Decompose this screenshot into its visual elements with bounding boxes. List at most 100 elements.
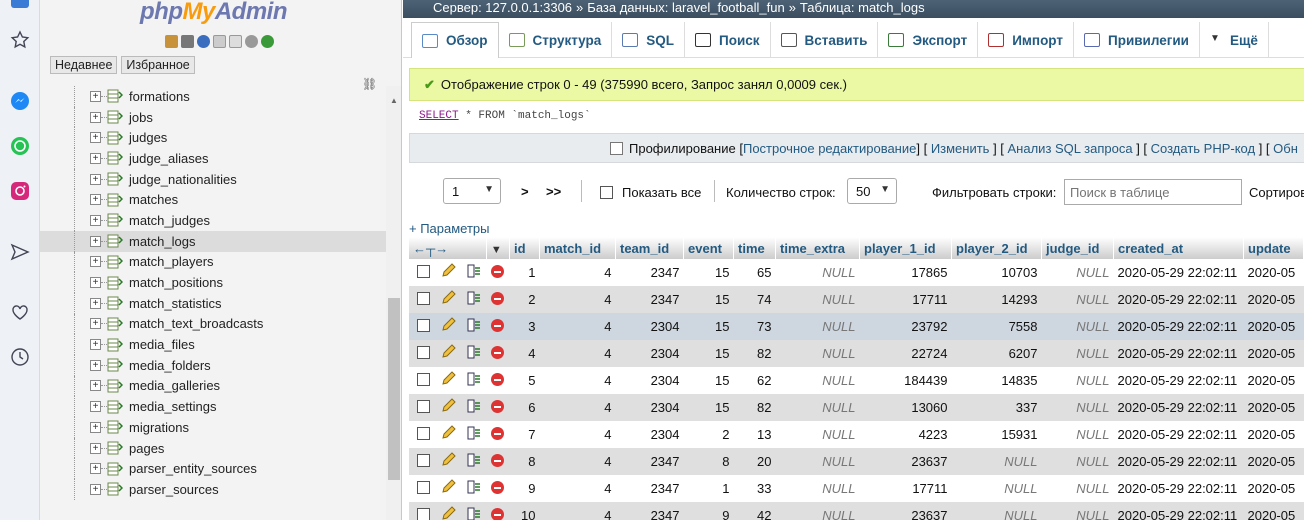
row-checkbox[interactable] [417,426,431,440]
pencil-icon[interactable] [440,290,456,306]
cell-event[interactable]: 15 [683,367,734,394]
expand-icon[interactable]: + [90,111,101,123]
tab-import[interactable]: Импорт [978,22,1074,58]
tree-item-label[interactable]: media_settings [129,399,216,414]
cell-team_id[interactable]: 2304 [615,340,684,367]
cell-team_id[interactable]: 2304 [615,421,684,448]
cell-time_extra[interactable]: NULL [775,394,860,421]
exit-icon[interactable] [181,35,194,48]
copy-row-icon[interactable] [466,317,482,333]
table-icon[interactable] [107,358,123,372]
tree-item-label[interactable]: jobs [129,110,153,125]
table-icon[interactable] [107,89,123,103]
pencil-icon[interactable] [440,452,456,468]
tree-item-judges[interactable]: + judges [40,127,386,149]
cell-match_id[interactable]: 4 [539,502,616,520]
cell-judge_id[interactable]: NULL [1041,313,1114,340]
cell-event[interactable]: 9 [683,502,734,520]
cell-time_extra[interactable]: NULL [775,367,860,394]
delete-icon[interactable] [491,372,505,386]
heart-icon[interactable] [9,301,31,323]
tab-privileges[interactable]: Привилегии [1074,22,1200,58]
copy-row-icon[interactable] [466,263,482,279]
cell-created_at[interactable]: 2020-05-29 22:02:11 [1113,259,1244,286]
cell-player_1_id[interactable]: 23792 [859,313,952,340]
gear-icon[interactable] [245,35,258,48]
whatsapp-icon[interactable] [9,135,31,157]
cell-time[interactable]: 82 [733,340,776,367]
params-toggle[interactable]: + Параметры [409,221,490,236]
cell-team_id[interactable]: 2347 [615,286,684,313]
cell-update[interactable]: 2020-05 [1243,340,1304,367]
expand-icon[interactable]: + [90,152,101,164]
pencil-icon[interactable] [440,479,456,495]
column-header-match_id[interactable]: match_id [539,237,616,259]
tree-item-label[interactable]: migrations [129,420,189,435]
expand-icon[interactable]: + [90,421,101,433]
row-checkbox[interactable] [417,399,431,413]
cell-time[interactable]: 42 [733,502,776,520]
cell-time[interactable]: 73 [733,313,776,340]
cell-judge_id[interactable]: NULL [1041,475,1114,502]
cell-team_id[interactable]: 2304 [615,367,684,394]
column-header-event[interactable]: event [683,237,734,259]
cell-time_extra[interactable]: NULL [775,421,860,448]
cell-time[interactable]: 74 [733,286,776,313]
table-icon[interactable] [107,296,123,310]
expand-icon[interactable]: + [90,359,101,371]
cell-judge_id[interactable]: NULL [1041,394,1114,421]
tree-item-migrations[interactable]: + migrations [40,417,386,438]
cell-time[interactable]: 33 [733,475,776,502]
breadcrumb-server[interactable]: Сервер: 127.0.0.1:3306 [433,0,572,15]
cell-time[interactable]: 20 [733,448,776,475]
tab-structure[interactable]: Структура [499,22,613,58]
cell-match_id[interactable]: 4 [539,421,616,448]
breadcrumb-database[interactable]: База данных: laravel_football_fun [587,0,784,15]
table-icon[interactable] [107,213,123,227]
cell-team_id[interactable]: 2347 [615,475,684,502]
link-edit[interactable]: Изменить [931,141,990,156]
row-checkbox[interactable] [417,453,431,467]
last-page-button[interactable]: >> [546,184,561,199]
cell-update[interactable]: 2020-05 [1243,259,1304,286]
sort-options-header[interactable]: ▼ [486,237,511,259]
breadcrumb-table[interactable]: Таблица: match_logs [800,0,925,15]
cell-team_id[interactable]: 2347 [615,502,684,520]
cell-time_extra[interactable]: NULL [775,259,860,286]
tab-sql[interactable]: SQL [612,22,686,58]
cell-time[interactable]: 13 [733,421,776,448]
tree-item-label[interactable]: media_galleries [129,378,220,393]
cell-created_at[interactable]: 2020-05-29 22:02:11 [1113,394,1244,421]
instagram-icon[interactable] [9,180,31,202]
scroll-up-icon[interactable]: ▲ [390,96,398,105]
cell-created_at[interactable]: 2020-05-29 22:02:11 [1113,367,1244,394]
pencil-icon[interactable] [440,371,456,387]
table-icon[interactable] [107,151,123,165]
tree-item-label[interactable]: match_players [129,254,214,269]
cell-judge_id[interactable]: NULL [1041,286,1114,313]
sql-keyword-select[interactable]: SELECT [419,110,459,122]
table-icon[interactable] [107,482,123,496]
cell-match_id[interactable]: 4 [539,394,616,421]
tree-item-matches[interactable]: + matches [40,189,386,211]
row-checkbox[interactable] [417,264,431,278]
copy-row-icon[interactable] [466,371,482,387]
cell-team_id[interactable]: 2347 [615,448,684,475]
cell-player_2_id[interactable]: 14835 [951,367,1042,394]
show-all-checkbox[interactable] [600,186,613,199]
pencil-icon[interactable] [440,398,456,414]
pencil-icon[interactable] [440,344,456,360]
expand-icon[interactable]: + [90,277,101,289]
cell-player_2_id[interactable]: 10703 [951,259,1042,286]
tree-item-label[interactable]: match_judges [129,213,210,228]
cell-time_extra[interactable]: NULL [775,475,860,502]
docs-icon[interactable] [213,35,226,48]
delete-icon[interactable] [491,345,505,359]
cell-event[interactable]: 15 [683,259,734,286]
link-explain[interactable]: Анализ SQL запроса [1008,141,1133,156]
cell-judge_id[interactable]: NULL [1041,448,1114,475]
delete-icon[interactable] [491,399,505,413]
tree-item-judge_aliases[interactable]: + judge_aliases [40,148,386,169]
table-icon[interactable] [107,420,123,434]
cell-player_2_id[interactable]: NULL [951,475,1042,502]
